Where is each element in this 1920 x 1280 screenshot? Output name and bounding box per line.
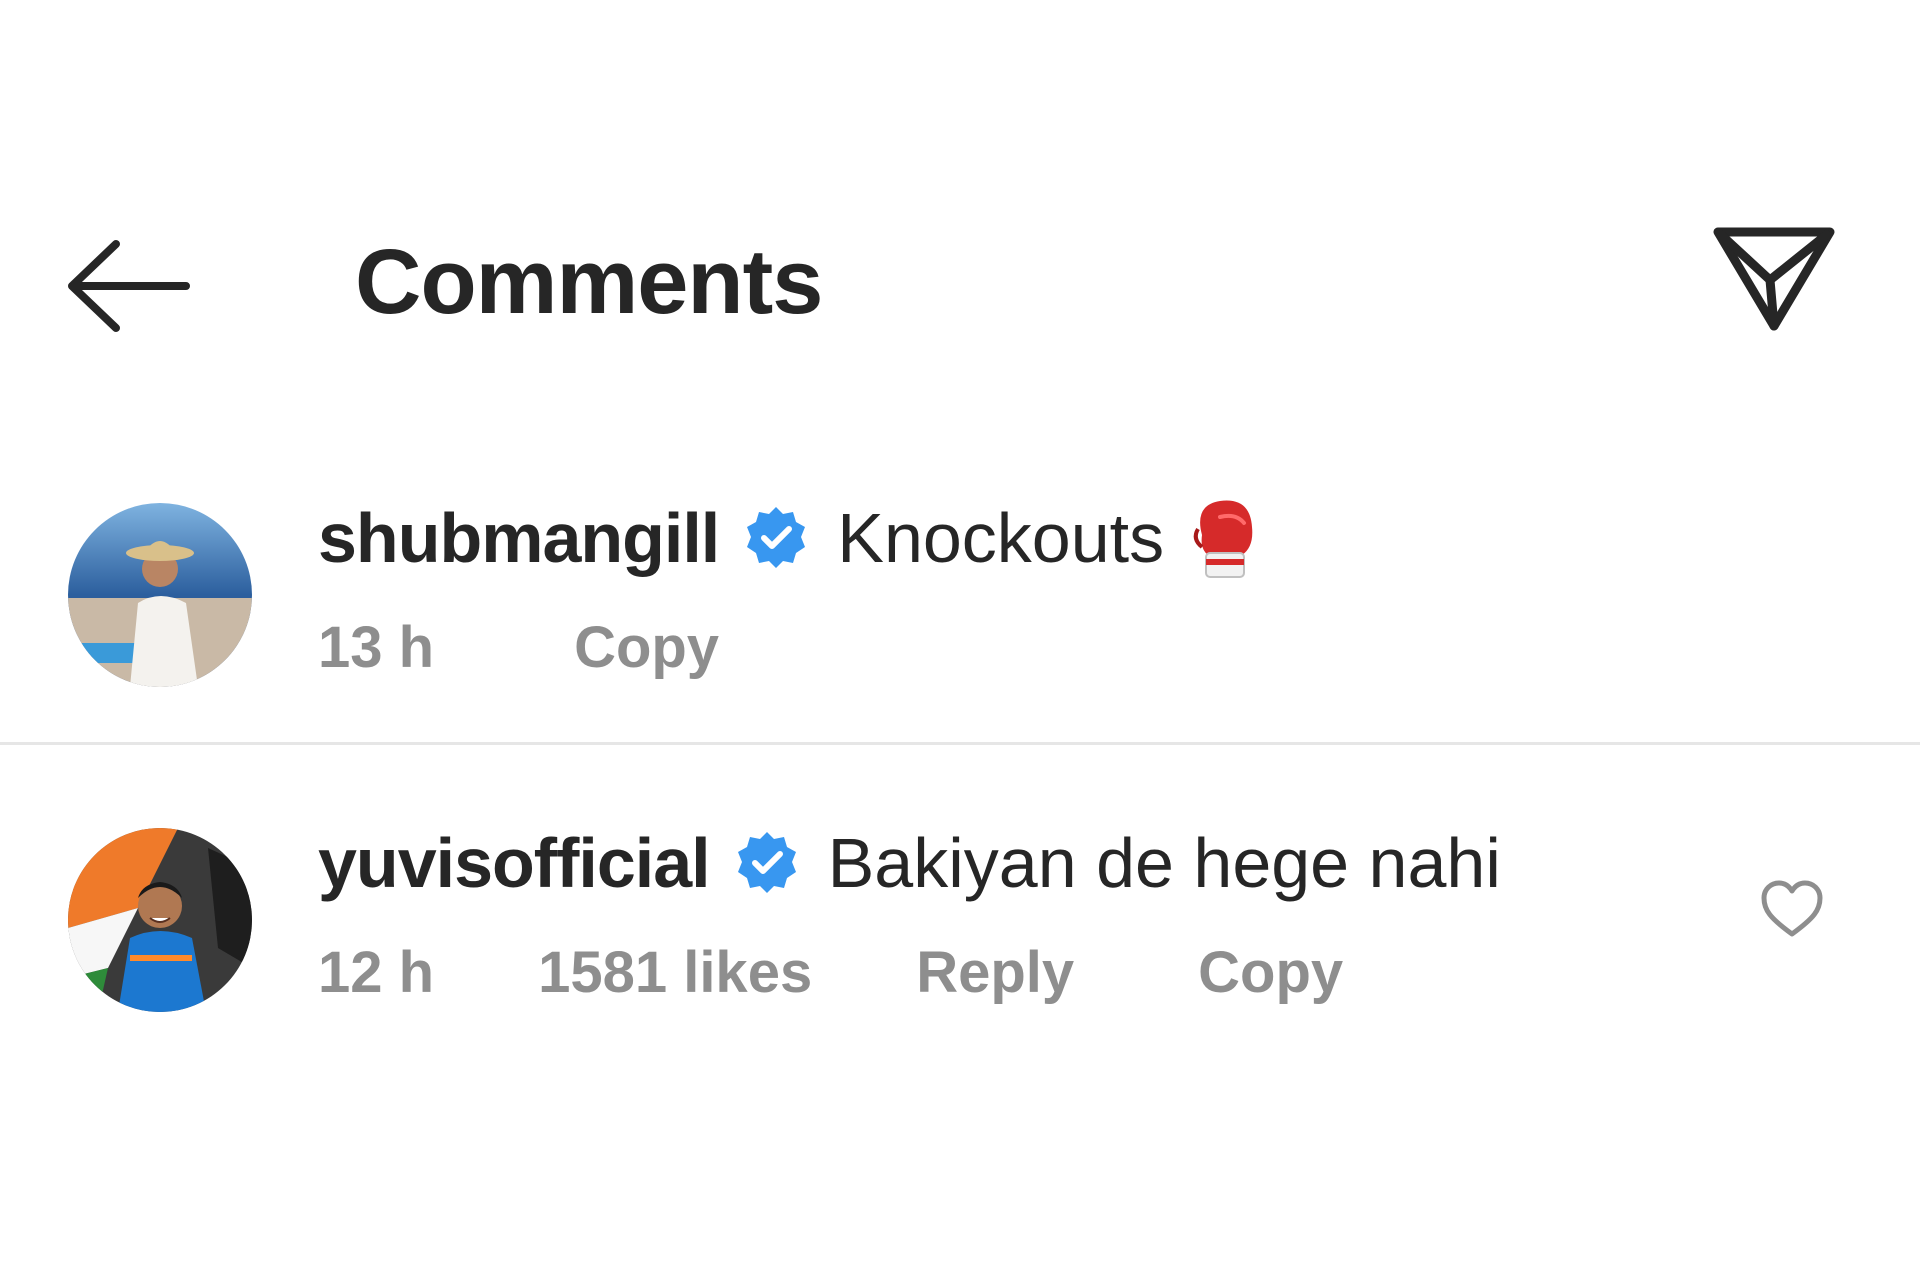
likes-count[interactable]: 1581 likes [538,939,812,1006]
paper-plane-icon [1713,227,1835,331]
back-button[interactable] [68,236,192,336]
share-button[interactable] [1712,222,1838,334]
verified-badge-icon [747,507,806,568]
comment-meta: 13 h Copy [318,607,719,687]
reply-button[interactable]: Reply [916,939,1074,1006]
like-button[interactable] [1760,880,1824,938]
copy-button[interactable]: Copy [574,614,719,681]
boxing-glove-icon [1193,500,1253,578]
username[interactable]: shubmangill [318,498,720,578]
comment-time: 13 h [318,614,435,680]
avatar[interactable] [68,828,252,1012]
comment-meta: 12 h 1581 likes Reply Copy [318,932,1343,1012]
heart-outline-icon [1761,880,1823,937]
divider [0,742,1920,745]
avatar[interactable] [68,503,252,687]
comment-time: 12 h [318,939,435,1005]
comment-item: yuvisofficial Bakiyan de hege nahi 12 h … [0,820,1920,1020]
avatar-image [68,828,252,1012]
comment-item: shubmangill Knockouts 13 h Copy [0,495,1920,745]
verified-badge-icon [737,832,796,893]
copy-button[interactable]: Copy [1198,939,1343,1006]
comments-screen: Comments shubmangill Knockouts 13 h Copy… [0,0,1920,1280]
comment-text: Knockouts [837,499,1165,577]
comment-body: yuvisofficial Bakiyan de hege nahi [318,820,1501,906]
comment-text: Bakiyan de hege nahi [827,824,1501,902]
avatar-image [68,503,252,687]
username[interactable]: yuvisofficial [318,823,711,903]
page-title: Comments [355,231,823,333]
comment-body: shubmangill Knockouts [318,495,1258,581]
arrow-left-icon [68,240,190,332]
